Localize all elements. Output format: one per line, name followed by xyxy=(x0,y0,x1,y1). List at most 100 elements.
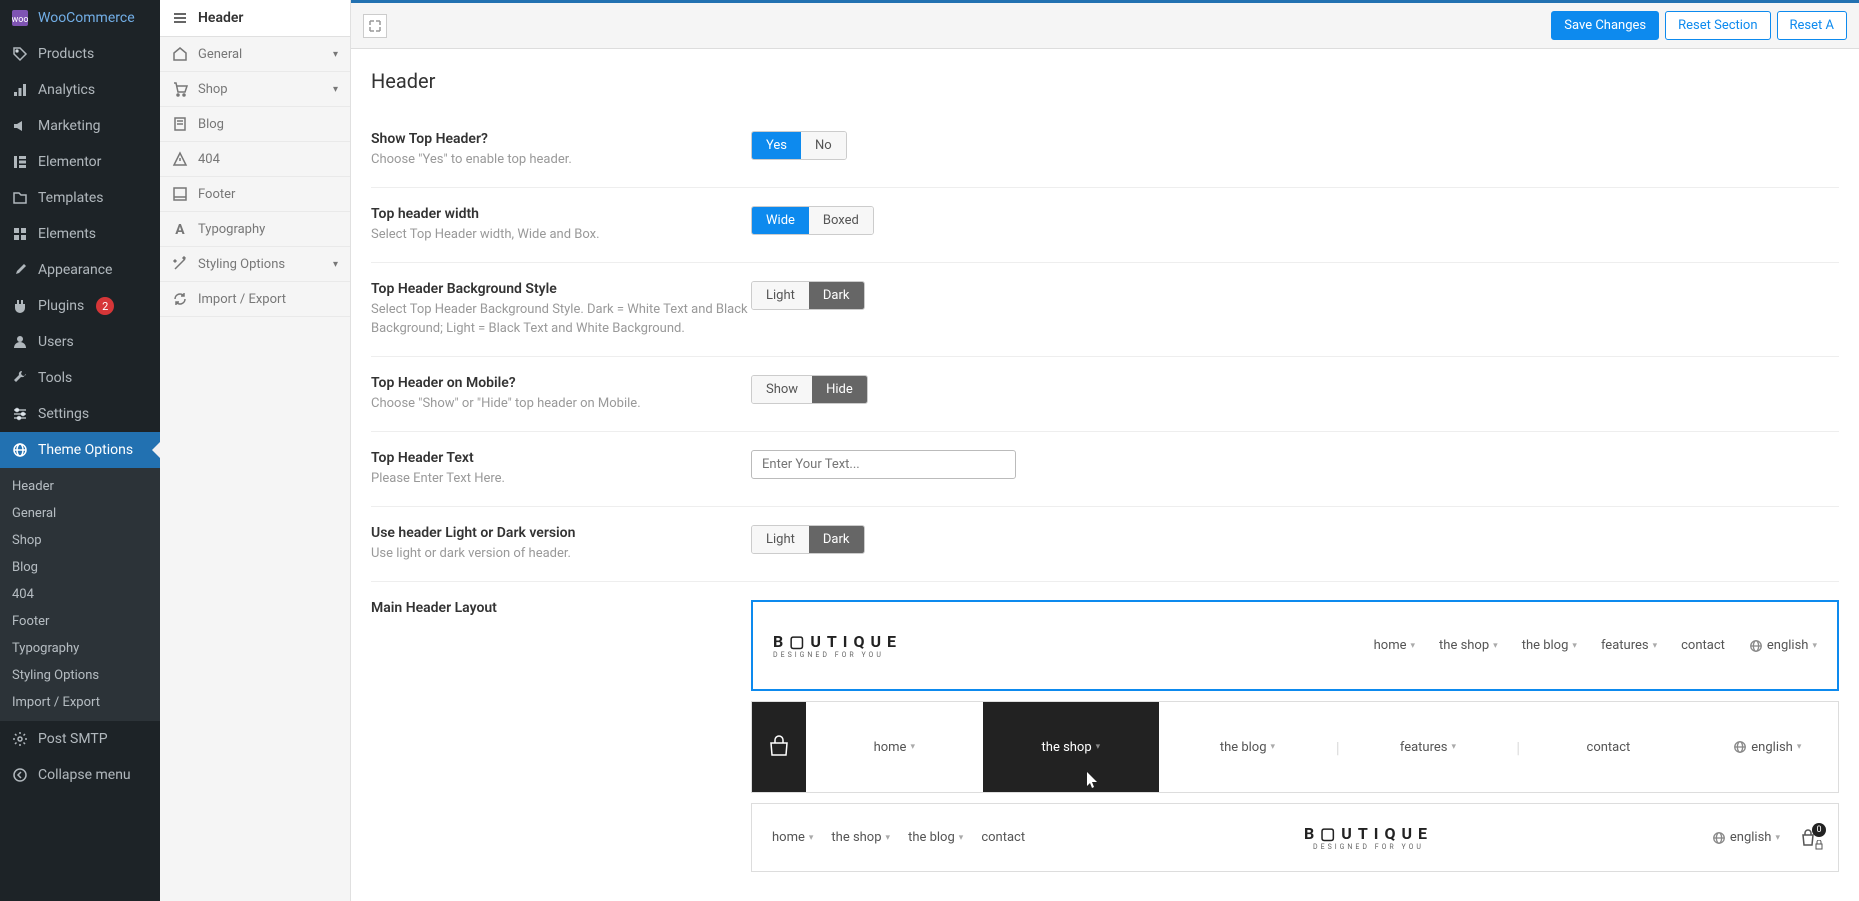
preview2-features: features ▾ xyxy=(1340,702,1517,792)
menu-plugins-label: Plugins xyxy=(38,298,84,314)
preview-logo-sub: DESIGNED FOR YOU xyxy=(773,651,902,659)
top-header-width-toggle: Wide Boxed xyxy=(751,206,874,235)
layout-option-3[interactable]: home ▾ the shop ▾ the blog ▾ contact B▢U… xyxy=(751,803,1839,872)
layout-option-2[interactable]: home ▾ the shop ▾ the blog ▾ | features … xyxy=(751,701,1839,793)
option-404[interactable]: 404 xyxy=(160,142,350,177)
preview3-shop: the shop ▾ xyxy=(831,830,890,845)
menu-woocommerce-label: WooCommerce xyxy=(38,10,135,26)
document-icon xyxy=(172,116,188,132)
brush-icon xyxy=(10,260,30,280)
option-typography-label: Typography xyxy=(198,222,265,237)
menu-elements[interactable]: Elements xyxy=(0,216,160,252)
woocommerce-icon: woo xyxy=(10,8,30,28)
preview3-nav-left: home ▾ the shop ▾ the blog ▾ contact xyxy=(772,830,1025,845)
option-import-export[interactable]: Import / Export xyxy=(160,282,350,317)
menu-marketing[interactable]: Marketing xyxy=(0,108,160,144)
submenu-styling-options[interactable]: Styling Options xyxy=(0,662,160,689)
menu-templates[interactable]: Templates xyxy=(0,180,160,216)
menu-woocommerce[interactable]: woo WooCommerce xyxy=(0,0,160,36)
show-top-header-no[interactable]: No xyxy=(801,132,846,159)
preview-logo: B▢UTIQUE DESIGNED FOR YOU xyxy=(773,632,902,659)
submenu-typography[interactable]: Typography xyxy=(0,635,160,662)
menu-analytics[interactable]: Analytics xyxy=(0,72,160,108)
sliders-icon xyxy=(10,404,30,424)
warning-icon xyxy=(172,151,188,167)
layout-footer-icon xyxy=(172,186,188,202)
top-header-bg-desc: Select Top Header Background Style. Dark… xyxy=(371,301,751,337)
show-top-header-desc: Choose "Yes" to enable top header. xyxy=(371,151,751,169)
collapse-icon xyxy=(10,765,30,785)
tag-icon xyxy=(10,44,30,64)
submenu-import-export[interactable]: Import / Export xyxy=(0,689,160,716)
menu-plugins[interactable]: Plugins 2 xyxy=(0,288,160,324)
chevron-down-icon: ▾ xyxy=(333,259,338,270)
menu-tools[interactable]: Tools xyxy=(0,360,160,396)
preview-nav-shop: the shop ▾ xyxy=(1439,638,1498,653)
menu-users[interactable]: Users xyxy=(0,324,160,360)
chevron-down-icon: ▾ xyxy=(333,49,338,60)
top-header-width-desc: Select Top Header width, Wide and Box. xyxy=(371,226,751,244)
folder-icon xyxy=(10,188,30,208)
top-header-bg-toggle: Light Dark xyxy=(751,281,865,310)
submenu-general[interactable]: General xyxy=(0,500,160,527)
menu-post-smtp[interactable]: Post SMTP xyxy=(0,721,160,757)
submenu-shop[interactable]: Shop xyxy=(0,527,160,554)
submenu-blog[interactable]: Blog xyxy=(0,554,160,581)
menu-tools-label: Tools xyxy=(38,370,72,386)
main-content: Save Changes Reset Section Reset A Heade… xyxy=(351,0,1859,901)
option-footer-label: Footer xyxy=(198,187,235,202)
preview-nav-home: home ▾ xyxy=(1374,638,1415,653)
reset-all-button[interactable]: Reset A xyxy=(1777,11,1847,40)
version-dark[interactable]: Dark xyxy=(809,526,864,553)
options-sidebar-header[interactable]: Header xyxy=(160,0,350,37)
mobile-show[interactable]: Show xyxy=(752,376,812,403)
refresh-icon xyxy=(172,291,188,307)
preview3-english: english ▾ xyxy=(1712,830,1780,845)
lock-icon xyxy=(1814,840,1824,850)
theme-options-submenu: Header General Shop Blog 404 Footer Typo… xyxy=(0,468,160,721)
preview2-english: english ▾ xyxy=(1697,702,1838,792)
gear-icon xyxy=(10,729,30,749)
menu-products[interactable]: Products xyxy=(0,36,160,72)
menu-elementor[interactable]: Elementor xyxy=(0,144,160,180)
menu-theme-options[interactable]: Theme Options xyxy=(0,432,160,468)
user-icon xyxy=(10,332,30,352)
submenu-header[interactable]: Header xyxy=(0,473,160,500)
preview2-blog: the blog ▾ xyxy=(1159,702,1336,792)
mobile-hide[interactable]: Hide xyxy=(812,376,867,403)
layout-option-1[interactable]: B▢UTIQUE DESIGNED FOR YOU home ▾ the sho… xyxy=(751,600,1839,691)
menu-appearance-label: Appearance xyxy=(38,262,112,278)
bg-dark[interactable]: Dark xyxy=(809,282,864,309)
option-shop[interactable]: Shop ▾ xyxy=(160,72,350,107)
option-blog[interactable]: Blog xyxy=(160,107,350,142)
menu-analytics-label: Analytics xyxy=(38,82,95,98)
bg-light[interactable]: Light xyxy=(752,282,809,309)
option-typography[interactable]: A Typography xyxy=(160,212,350,247)
version-light[interactable]: Light xyxy=(752,526,809,553)
preview3-cart: 0 xyxy=(1798,828,1818,848)
option-footer[interactable]: Footer xyxy=(160,177,350,212)
globe-icon xyxy=(1733,740,1747,754)
option-styling[interactable]: Styling Options ▾ xyxy=(160,247,350,282)
option-general[interactable]: General ▾ xyxy=(160,37,350,72)
menu-appearance[interactable]: Appearance xyxy=(0,252,160,288)
top-header-text-input[interactable] xyxy=(751,450,1016,479)
show-top-header-yes[interactable]: Yes xyxy=(752,132,801,159)
width-wide[interactable]: Wide xyxy=(752,207,809,234)
menu-users-label: Users xyxy=(38,334,74,350)
submenu-404[interactable]: 404 xyxy=(0,581,160,608)
setting-top-header-width: Top header width Select Top Header width… xyxy=(371,188,1839,263)
expand-button[interactable] xyxy=(363,14,387,38)
menu-settings[interactable]: Settings xyxy=(0,396,160,432)
reset-section-button[interactable]: Reset Section xyxy=(1665,11,1770,40)
save-button[interactable]: Save Changes xyxy=(1551,11,1659,40)
setting-top-header-text: Top Header Text Please Enter Text Here. xyxy=(371,432,1839,507)
top-header-mobile-label: Top Header on Mobile? xyxy=(371,375,751,391)
page-title: Header xyxy=(371,69,1839,93)
elementor-icon xyxy=(10,152,30,172)
preview-nav: home ▾ the shop ▾ the blog ▾ features ▾ … xyxy=(1374,638,1817,653)
width-boxed[interactable]: Boxed xyxy=(809,207,873,234)
menu-collapse[interactable]: Collapse menu xyxy=(0,757,160,793)
main-layout-label: Main Header Layout xyxy=(371,600,751,616)
submenu-footer[interactable]: Footer xyxy=(0,608,160,635)
